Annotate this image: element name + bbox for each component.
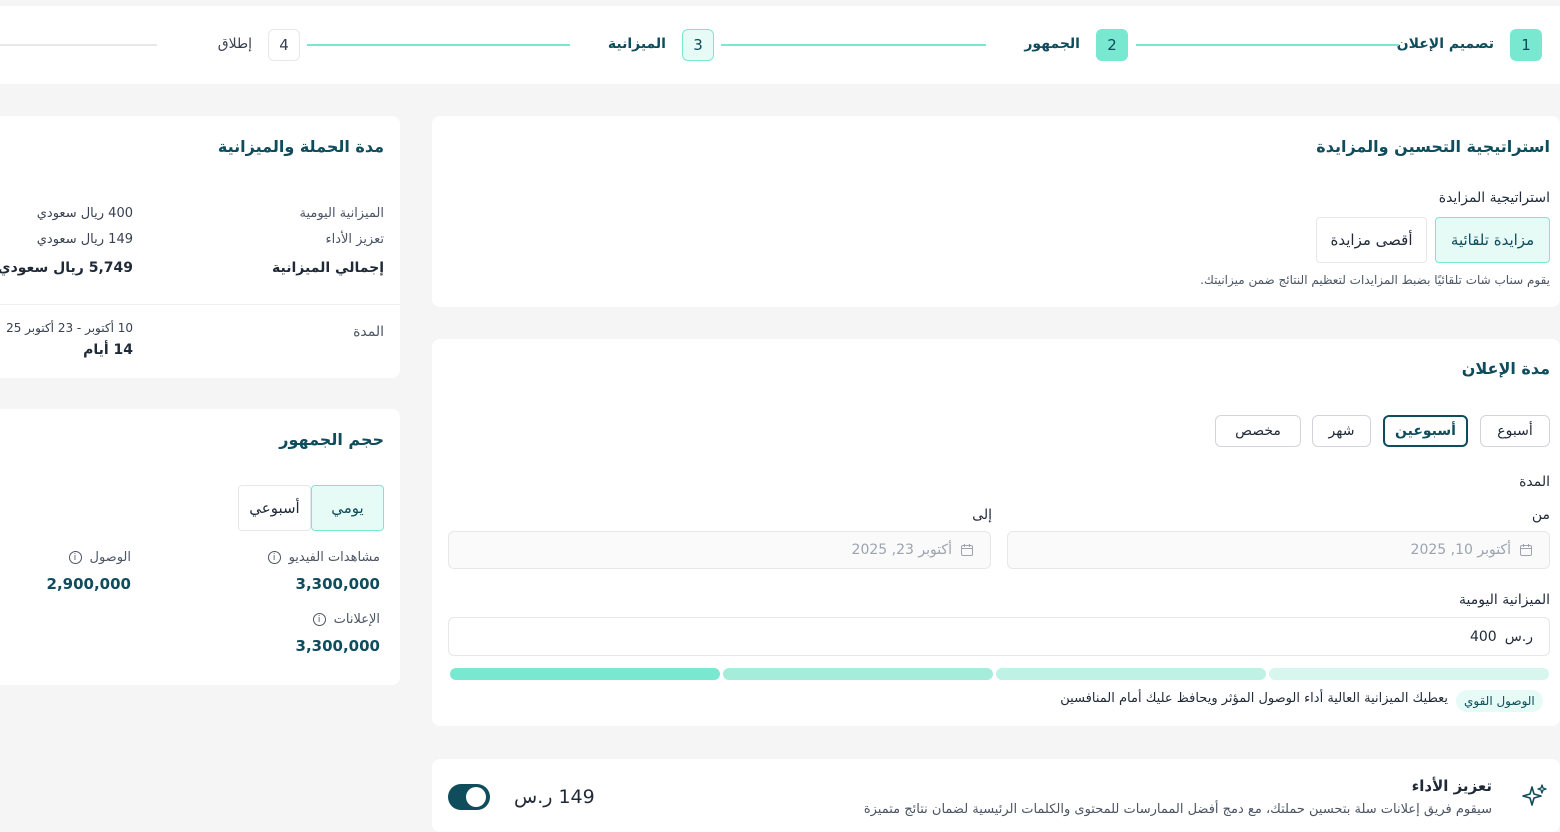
summary-daily-label: الميزانية اليومية bbox=[299, 206, 384, 221]
summary-boost-label: تعزيز الأداء bbox=[325, 232, 384, 247]
summary-duration-label: المدة bbox=[353, 324, 384, 340]
divider bbox=[0, 304, 400, 305]
calendar-icon bbox=[961, 544, 973, 556]
video-views-label: مشاهدات الفيديو bbox=[288, 550, 380, 565]
from-label: من bbox=[1531, 507, 1550, 523]
performance-boost-card bbox=[432, 759, 1560, 832]
boost-price: 149 ر.س bbox=[514, 786, 595, 808]
summary-daily-value: 400 ريال سعودي bbox=[36, 206, 133, 221]
info-icon[interactable]: i bbox=[68, 551, 82, 564]
budget-bar-segment bbox=[996, 668, 1266, 680]
boost-toggle[interactable] bbox=[448, 784, 490, 810]
to-date-value: أكتوبر 23, 2025 bbox=[851, 542, 952, 558]
toggle-knob bbox=[466, 787, 486, 807]
reach-metric: الوصول i bbox=[68, 550, 132, 565]
currency-label: ر.س bbox=[1504, 628, 1533, 645]
reach-value: 2,900,000 bbox=[46, 575, 131, 593]
preset-month-button[interactable]: شهر bbox=[1312, 415, 1371, 447]
summary-title: مدة الحملة والميزانية bbox=[217, 137, 384, 156]
step-1-label[interactable]: تصميم الإعلان bbox=[1397, 36, 1494, 52]
ads-value: 3,300,000 bbox=[295, 637, 380, 655]
to-date-field[interactable]: أكتوبر 23, 2025 bbox=[448, 531, 991, 569]
step-3-label[interactable]: الميزانية bbox=[608, 36, 666, 52]
stepper: 1 تصميم الإعلان 2 الجمهور 3 الميزانية 4 … bbox=[0, 6, 1560, 84]
duration-section-title: مدة الإعلان bbox=[1461, 359, 1550, 378]
audience-weekly-tab[interactable]: أسبوعي bbox=[238, 485, 311, 531]
step-connector bbox=[1136, 44, 1399, 46]
preset-two-weeks-button[interactable]: أسبوعين bbox=[1383, 415, 1468, 447]
step-connector bbox=[721, 44, 986, 46]
auto-bid-button[interactable]: مزايدة تلقائية bbox=[1435, 217, 1550, 263]
summary-duration-range: 10 أكتوبر - 23 أكتوبر 25 bbox=[6, 321, 133, 335]
video-views-value: 3,300,000 bbox=[295, 575, 380, 593]
info-icon[interactable]: i bbox=[312, 613, 326, 626]
preset-week-button[interactable]: أسبوع bbox=[1480, 415, 1550, 447]
bidding-strategy-card: استراتيجية التحسين والمزايدة استراتيجية … bbox=[432, 116, 1560, 307]
reach-label: الوصول bbox=[89, 550, 132, 565]
period-label: المدة bbox=[1519, 474, 1550, 490]
max-bid-button[interactable]: أقصى مزايدة bbox=[1316, 217, 1427, 263]
bidding-section-title: استراتيجية التحسين والمزايدة bbox=[1316, 137, 1550, 156]
summary-total-value: 5,749 ريال سعودي bbox=[0, 260, 133, 276]
budget-bar-segment bbox=[723, 668, 993, 680]
to-label: إلى bbox=[972, 507, 992, 523]
step-3-number[interactable]: 3 bbox=[682, 29, 714, 61]
reach-strength-badge: الوصول القوي bbox=[1456, 690, 1543, 712]
summary-boost-value: 149 ريال سعودي bbox=[36, 232, 133, 247]
preset-custom-button[interactable]: مخصص bbox=[1215, 415, 1301, 447]
from-date-value: أكتوبر 10, 2025 bbox=[1410, 542, 1511, 558]
audience-title: حجم الجمهور bbox=[279, 430, 384, 449]
step-2-label[interactable]: الجمهور bbox=[1024, 36, 1080, 52]
step-4-label[interactable]: إطلاق bbox=[218, 36, 252, 52]
calendar-icon bbox=[1520, 544, 1532, 556]
sparkles-icon bbox=[1522, 784, 1547, 806]
budget-bar-segment bbox=[450, 668, 720, 680]
ads-metric: الإعلانات i bbox=[312, 612, 380, 627]
reach-description: يعطيك الميزانية العالية أداء الوصول المؤ… bbox=[1060, 691, 1448, 706]
summary-total-label: إجمالي الميزانية bbox=[272, 260, 384, 276]
ads-label: الإعلانات bbox=[333, 612, 380, 627]
daily-budget-label: الميزانية اليومية bbox=[1458, 592, 1550, 608]
bidding-hint: يقوم سناب شات تلقائيًا بضبط المزايدات لت… bbox=[1200, 273, 1550, 287]
daily-budget-value: 400 bbox=[1469, 628, 1497, 645]
info-icon[interactable]: i bbox=[267, 551, 281, 564]
daily-budget-input[interactable]: ر.س 400 bbox=[448, 617, 1550, 656]
video-views-metric: مشاهدات الفيديو i bbox=[267, 550, 380, 565]
step-connector bbox=[0, 44, 157, 46]
bidding-strategy-label: استراتيجية المزايدة bbox=[1438, 190, 1550, 206]
step-4-number[interactable]: 4 bbox=[268, 29, 300, 61]
from-date-field[interactable]: أكتوبر 10, 2025 bbox=[1007, 531, 1550, 569]
step-1-number[interactable]: 1 bbox=[1510, 29, 1542, 61]
step-2-number[interactable]: 2 bbox=[1096, 29, 1128, 61]
summary-duration-days: 14 أيام bbox=[83, 342, 133, 358]
budget-bar-segment bbox=[1269, 668, 1549, 680]
boost-title: تعزيز الأداء bbox=[1411, 777, 1492, 795]
audience-daily-tab[interactable]: يومي bbox=[311, 485, 384, 531]
step-connector bbox=[307, 44, 570, 46]
boost-description: سيقوم فريق إعلانات سلة بتحسين حملتك، مع … bbox=[863, 802, 1492, 817]
